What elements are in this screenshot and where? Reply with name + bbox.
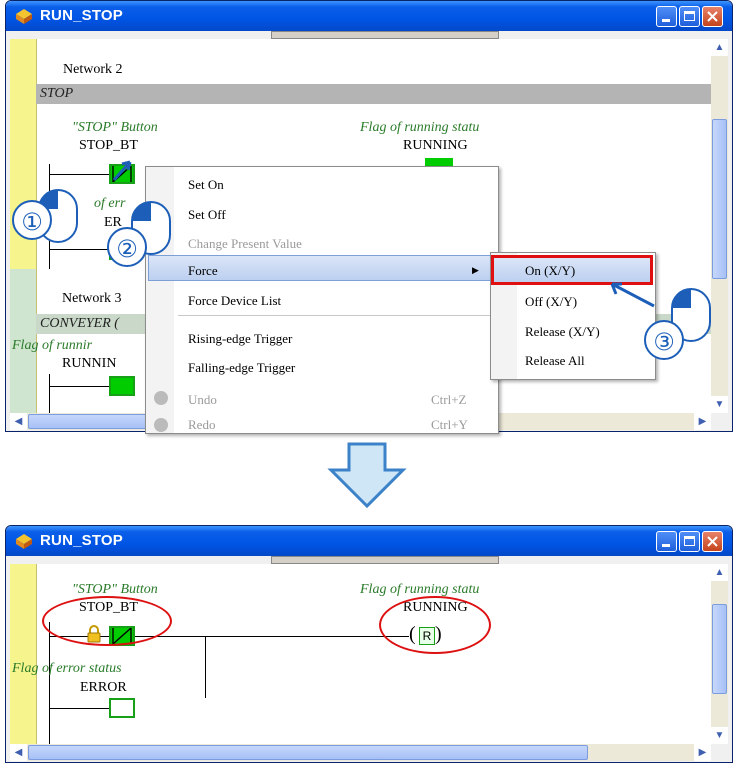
maximize-button[interactable] (679, 531, 700, 552)
maximize-button[interactable] (679, 6, 700, 27)
menu-item-change-present-value[interactable]: Change Present Value (188, 236, 302, 252)
running-device-name-2: RUNNIN (62, 356, 117, 371)
running-coil-partial (425, 158, 453, 166)
minimize-button[interactable] (656, 6, 677, 27)
submenu-item-release-all[interactable]: Release All (525, 353, 585, 369)
menu-item-undo[interactable]: Undo (188, 392, 217, 408)
title-bar[interactable]: RUN_STOP (6, 1, 732, 31)
app-icon (16, 534, 32, 549)
scroll-thumb[interactable] (712, 119, 727, 279)
running-flag-comment: Flag of running statu (360, 582, 480, 597)
arrow-pointer-icon (112, 160, 132, 181)
left-power-rail-2 (49, 374, 50, 413)
step-1-badge: ① (12, 200, 52, 240)
menu-separator (178, 315, 494, 316)
network-margin (10, 564, 37, 744)
collapse-handle[interactable] (271, 31, 499, 39)
scroll-thumb[interactable] (712, 604, 727, 694)
running-flag-comment-2: Flag of runnir (12, 338, 93, 353)
window-title: RUN_STOP (40, 532, 124, 549)
menu-item-set-on[interactable]: Set On (188, 177, 224, 193)
network3-comment: CONVEYER ( (40, 316, 119, 331)
scroll-down-arrow-icon[interactable]: ▼ (711, 396, 728, 413)
highlight-ellipse-running (379, 596, 491, 654)
menu-item-force[interactable]: Force (188, 263, 218, 279)
collapse-handle[interactable] (271, 556, 499, 564)
stop-device-name: STOP_BT (79, 138, 138, 153)
menu-item-set-off[interactable]: Set Off (188, 207, 226, 223)
undo-shortcut: Ctrl+Z (431, 392, 467, 407)
error-flag-comment: Flag of error status (12, 661, 122, 676)
run-stop-window-after: RUN_STOP "STOP" Button STOP_BT Flag of r… (5, 525, 733, 763)
scroll-left-arrow-icon[interactable]: ◀ (10, 413, 27, 430)
menu-item-force-device-list[interactable]: Force Device List (188, 293, 281, 309)
close-button[interactable] (702, 6, 723, 27)
vertical-scrollbar[interactable]: ▲ ▼ (711, 39, 728, 413)
scroll-right-arrow-icon[interactable]: ▶ (694, 744, 711, 761)
step-2-badge: ② (107, 227, 147, 267)
app-icon (16, 9, 32, 24)
stop-button-comment: "STOP" Button (72, 120, 158, 135)
window-title: RUN_STOP (40, 7, 124, 24)
left-power-rail (49, 622, 50, 744)
minimize-button[interactable] (656, 531, 677, 552)
network2-comment: STOP (40, 86, 74, 101)
redo-icon (154, 418, 168, 432)
menu-item-redo[interactable]: Redo (188, 417, 215, 433)
submenu-arrow-icon: ▶ (472, 265, 479, 275)
branch-line (205, 636, 206, 698)
running-device-name: RUNNING (403, 138, 468, 153)
close-icon (707, 11, 718, 22)
arrow-pointer-icon (610, 282, 655, 308)
running-contact[interactable] (109, 376, 135, 396)
rung-line-2 (49, 708, 109, 709)
network3-label: Network 3 (62, 291, 122, 306)
horizontal-scrollbar[interactable]: ◀ ▶ (10, 744, 711, 761)
menu-item-falling-edge[interactable]: Falling-edge Trigger (188, 360, 295, 376)
scroll-up-arrow-icon[interactable]: ▲ (711, 39, 728, 56)
step-3-badge: ③ (644, 320, 684, 360)
vertical-scrollbar[interactable]: ▲ ▼ (711, 564, 728, 744)
scroll-up-arrow-icon[interactable]: ▲ (711, 564, 728, 581)
scroll-right-arrow-icon[interactable]: ▶ (694, 413, 711, 430)
scroll-left-arrow-icon[interactable]: ◀ (10, 744, 27, 761)
submenu-item-on[interactable]: On (X/Y) (525, 263, 575, 279)
highlight-ellipse-stop (42, 596, 172, 646)
rung-line-3 (49, 386, 109, 387)
title-bar[interactable]: RUN_STOP (6, 526, 732, 556)
undo-icon (154, 391, 168, 405)
close-icon (707, 536, 718, 547)
network2-comment-bar: STOP (36, 84, 711, 104)
rung-line-2 (49, 249, 109, 250)
ladder-canvas[interactable]: "STOP" Button STOP_BT Flag of running st… (10, 564, 711, 744)
running-flag-comment: Flag of running statu (360, 120, 480, 135)
down-arrow-icon (327, 442, 407, 509)
network2-label: Network 2 (63, 62, 123, 77)
hscroll-thumb[interactable] (28, 745, 588, 760)
submenu-item-release[interactable]: Release (X/Y) (525, 324, 600, 340)
redo-shortcut: Ctrl+Y (431, 417, 468, 432)
scroll-down-arrow-icon[interactable]: ▼ (711, 727, 728, 744)
error-device-name: ERROR (80, 680, 127, 695)
error-contact[interactable] (109, 698, 135, 718)
submenu-item-off[interactable]: Off (X/Y) (525, 294, 577, 310)
menu-item-rising-edge[interactable]: Rising-edge Trigger (188, 331, 292, 347)
rung-line (49, 174, 109, 175)
context-menu: Set On Set Off Change Present Value Forc… (145, 166, 499, 434)
force-submenu: On (X/Y) Off (X/Y) Release (X/Y) Release… (490, 252, 656, 380)
close-button[interactable] (702, 531, 723, 552)
